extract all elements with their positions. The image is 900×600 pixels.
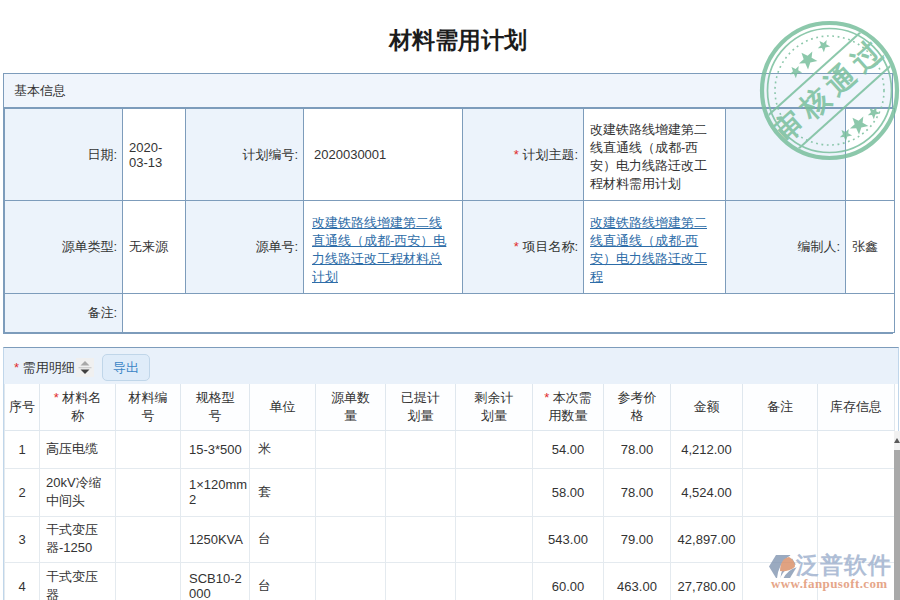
svg-text:审核通过: 审核通过 <box>767 31 892 148</box>
